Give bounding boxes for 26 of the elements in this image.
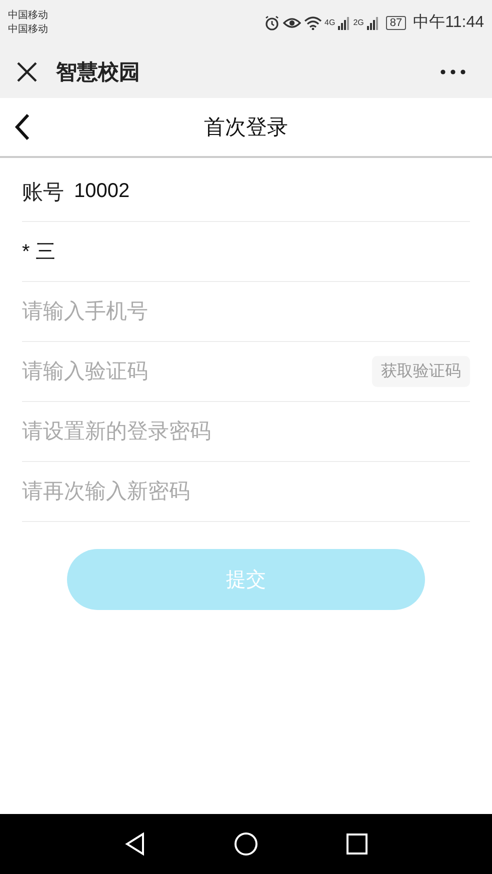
field-label: 账号 — [22, 180, 64, 206]
field-value: * 三 — [22, 240, 56, 265]
app-title: 智慧校园 — [56, 60, 141, 86]
page-title: 首次登录 — [204, 115, 288, 141]
eye-icon — [282, 16, 301, 30]
clock-time: 中午11:44 — [413, 12, 484, 33]
close-button[interactable] — [16, 60, 38, 82]
carrier-name: 中国移动 — [8, 22, 48, 36]
carrier-name: 中国移动 — [8, 8, 48, 22]
wifi-icon — [304, 16, 322, 30]
get-code-button[interactable]: 获取验证码 — [372, 356, 470, 387]
field-value: 10002 — [74, 180, 130, 203]
input-field[interactable]: 请输入验证码 — [22, 360, 362, 384]
back-triangle-icon[interactable] — [124, 832, 146, 856]
alarm-icon — [264, 14, 280, 30]
more-menu-button[interactable] — [440, 68, 466, 74]
network-type-label: 4G — [324, 18, 336, 27]
input-field[interactable]: 请设置新的登录密码 — [22, 420, 470, 444]
signal-icon — [366, 16, 379, 30]
input-field[interactable]: 请再次输入新密码 — [22, 480, 470, 504]
home-circle-icon[interactable] — [234, 832, 258, 856]
network-type-label: 2G — [353, 18, 364, 27]
input-field[interactable]: 请输入手机号 — [22, 300, 470, 324]
signal-icon — [338, 16, 350, 30]
recents-square-icon[interactable] — [346, 833, 368, 855]
battery-level: 87 — [386, 16, 406, 30]
